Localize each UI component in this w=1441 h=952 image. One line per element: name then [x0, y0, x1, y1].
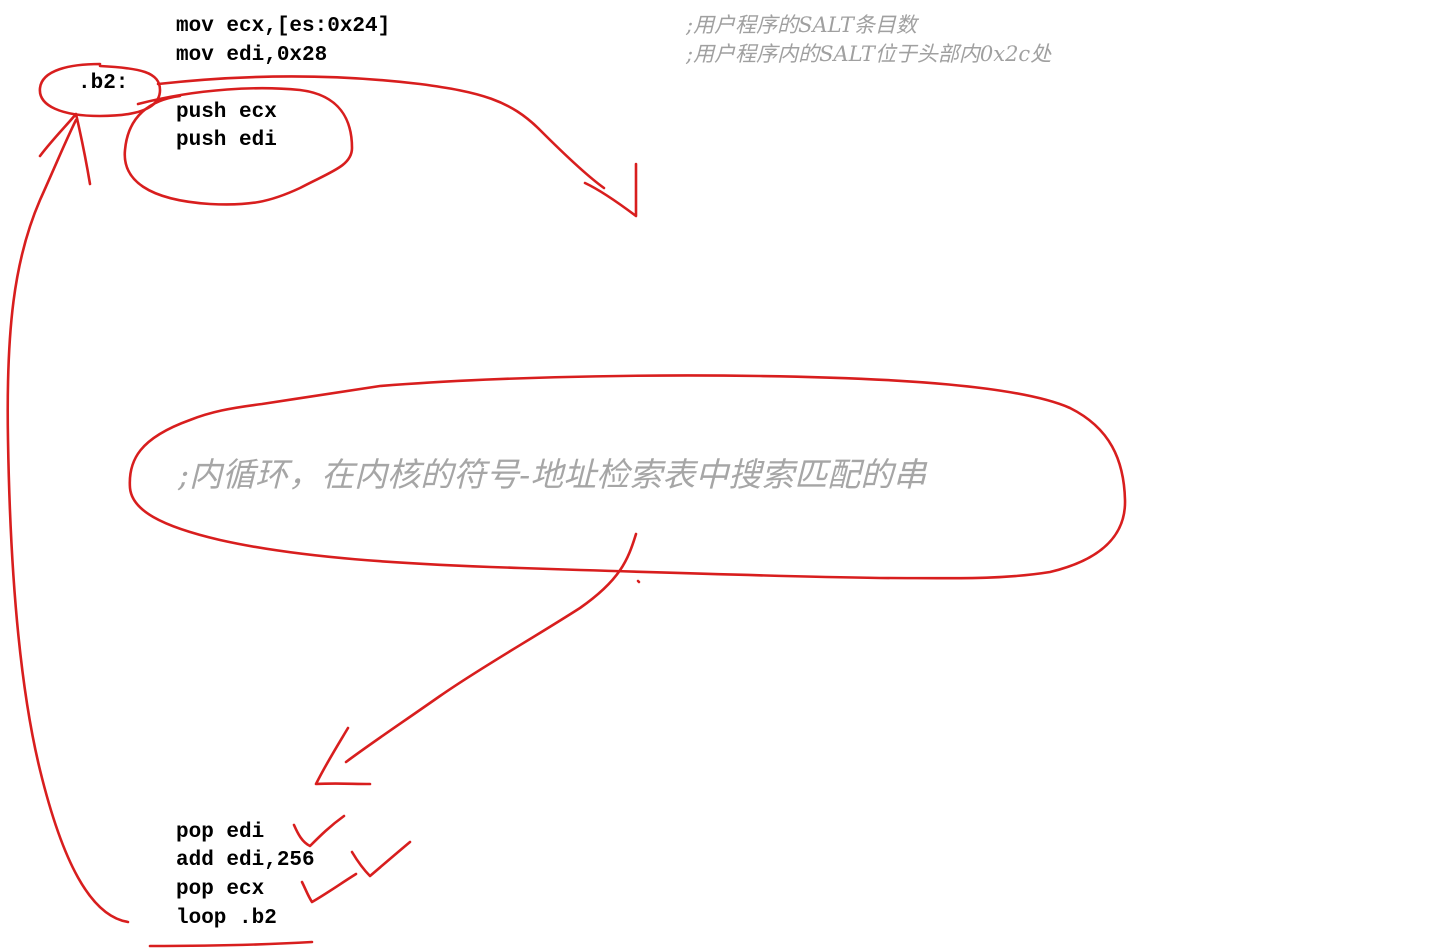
code-line-mov-ecx: mov ecx,[es:0x24]	[176, 15, 391, 38]
code-line-pop-edi: pop edi	[176, 821, 265, 844]
arrow-inner-to-pop	[344, 532, 638, 764]
check-pop-edi	[292, 814, 346, 848]
code-line-loop-b2: loop .b2	[176, 907, 277, 930]
comment-salt-offset: ;用户程序内的SALT位于头部内0x2c处	[686, 42, 1052, 66]
check-pop-ecx	[300, 872, 358, 904]
inner-loop-comment: ;内循环，在内核的符号-地址检索表中搜索匹配的串	[178, 455, 927, 494]
code-line-mov-edi: mov edi,0x28	[176, 44, 328, 67]
code-line-push-edi: push edi	[176, 129, 277, 152]
arrow-inner-to-pop-head	[314, 726, 372, 786]
arrow-b2-to-inner-head	[583, 162, 638, 218]
arrow-loop-to-b2-head	[38, 112, 92, 186]
loop-underline	[148, 940, 314, 948]
code-line-add-edi: add edi,256	[176, 849, 315, 872]
comment-salt-count: ;用户程序的SALT条目数	[686, 13, 917, 37]
code-line-push-ecx: push ecx	[176, 101, 277, 124]
code-line-pop-ecx: pop ecx	[176, 878, 265, 901]
ink-dot	[636, 579, 641, 584]
code-label-b2: .b2:	[78, 72, 129, 95]
arrow-loop-to-b2	[6, 118, 130, 924]
check-add-edi	[350, 840, 412, 878]
